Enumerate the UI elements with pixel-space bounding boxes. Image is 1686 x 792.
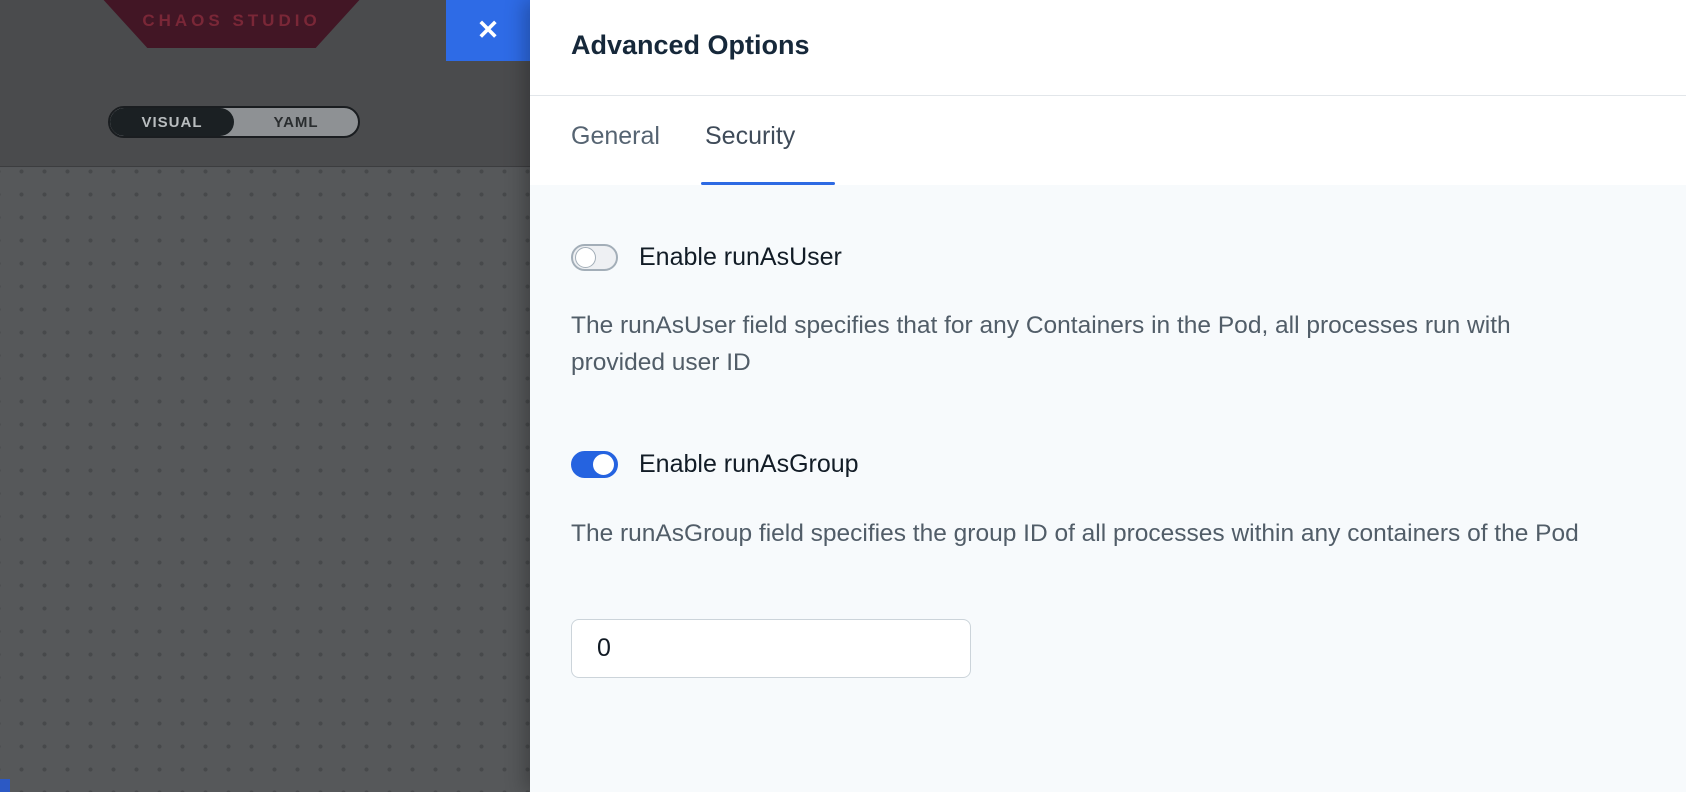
tab-general[interactable]: General <box>571 122 660 151</box>
dimmed-workspace: CHAOS STUDIO VISUAL YAML <box>0 0 530 792</box>
run-as-group-row: Enable runAsGroup <box>571 450 859 479</box>
toggle-knob <box>575 247 596 268</box>
close-icon: ✕ <box>477 15 500 46</box>
drawer-tabs: General Security <box>530 96 1686 185</box>
drawer-title: Advanced Options <box>571 30 810 61</box>
run-as-user-toggle[interactable] <box>571 244 618 271</box>
run-as-user-description: The runAsUser field specifies that for a… <box>571 307 1606 381</box>
run-as-group-label: Enable runAsGroup <box>639 450 859 479</box>
run-as-group-value-input[interactable] <box>571 619 971 678</box>
run-as-user-row: Enable runAsUser <box>571 243 842 272</box>
yaml-toggle-option[interactable]: YAML <box>234 108 358 136</box>
screen: CHAOS STUDIO VISUAL YAML ✕ Advanced Opti… <box>0 0 1686 792</box>
advanced-options-drawer: Advanced Options General Security Enable… <box>530 0 1686 792</box>
visual-yaml-toggle[interactable]: VISUAL YAML <box>108 106 360 138</box>
tab-security[interactable]: Security <box>705 122 795 151</box>
run-as-group-toggle[interactable] <box>571 451 618 478</box>
chaos-studio-brand: CHAOS STUDIO <box>0 11 463 31</box>
canvas-corner-button <box>0 779 10 792</box>
workflow-canvas <box>0 168 530 792</box>
run-as-user-label: Enable runAsUser <box>639 243 842 272</box>
security-tab-content: Enable runAsUser The runAsUser field spe… <box>530 185 1686 792</box>
close-drawer-button[interactable]: ✕ <box>446 0 530 61</box>
visual-toggle-option[interactable]: VISUAL <box>110 108 234 136</box>
toggle-knob <box>593 454 614 475</box>
run-as-group-description: The runAsGroup field specifies the group… <box>571 515 1606 552</box>
